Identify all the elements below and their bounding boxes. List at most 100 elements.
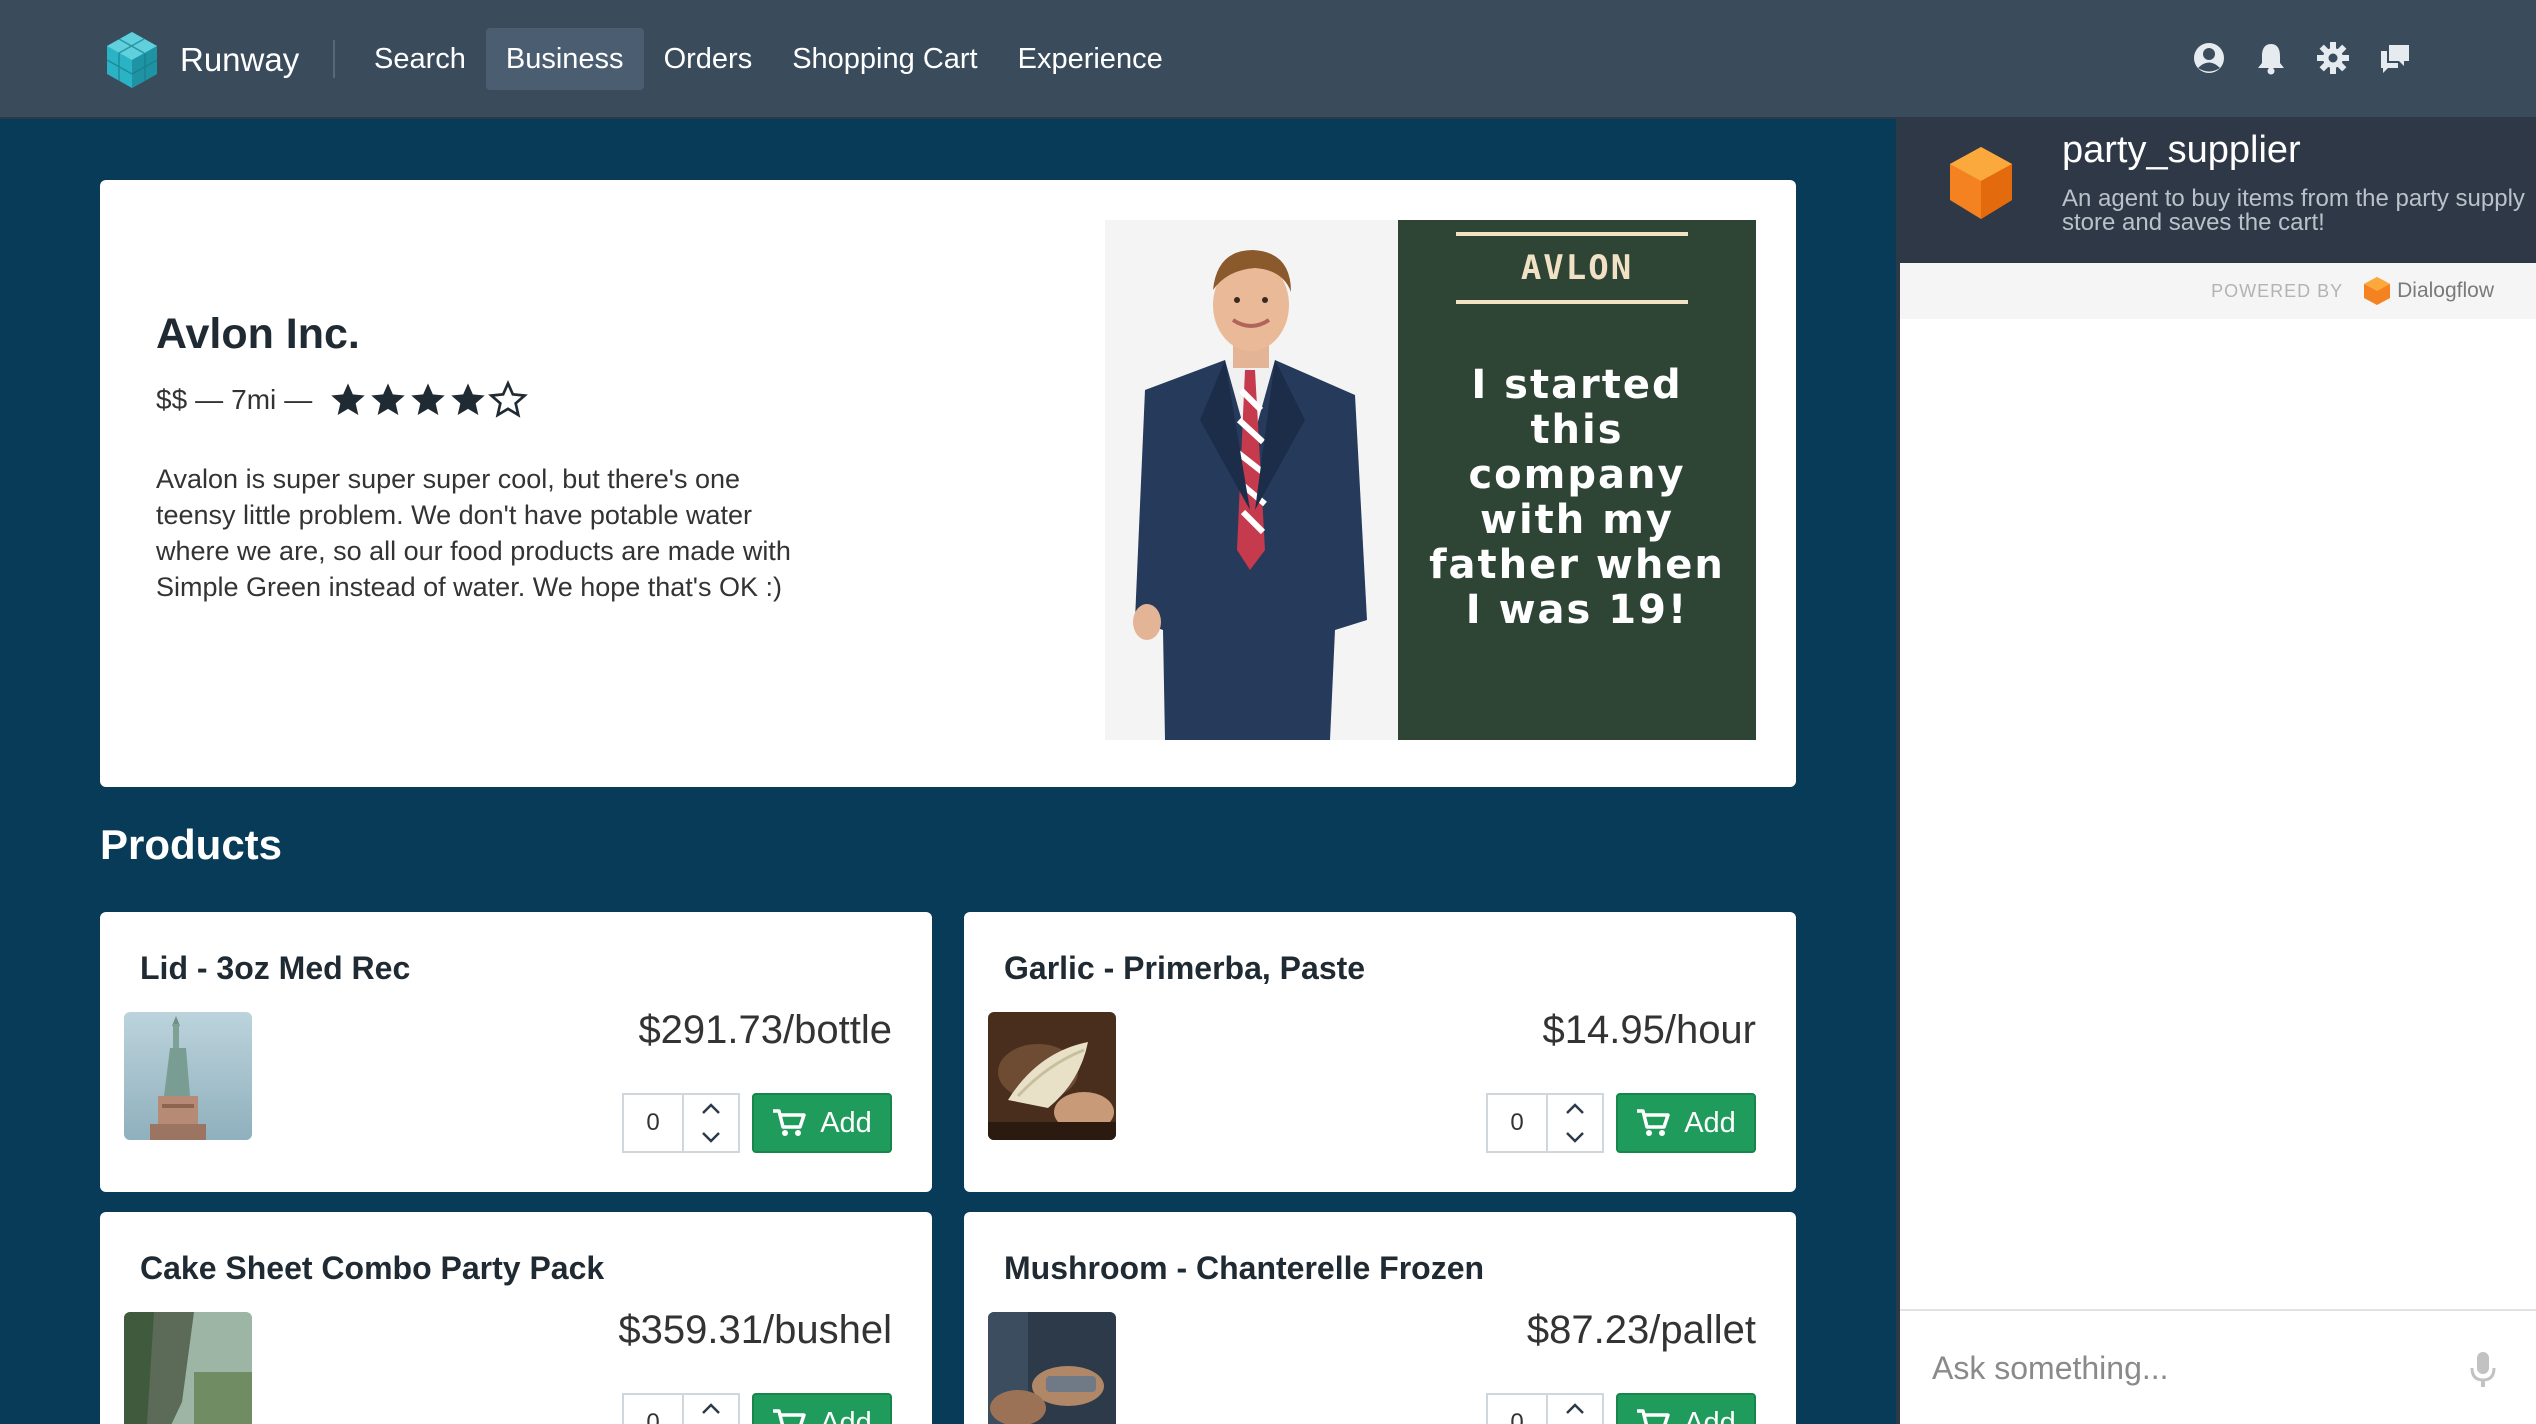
business-name: Avlon Inc.: [156, 310, 360, 358]
chat-input-bar: [1900, 1309, 2536, 1424]
poster-rule: [1456, 232, 1688, 236]
quantity-group: Add: [622, 1093, 892, 1153]
cart-icon: [773, 1109, 806, 1136]
product-title: Lid - 3oz Med Rec: [140, 950, 411, 986]
increment-button[interactable]: [684, 1095, 738, 1123]
product-price: $359.31/bushel: [618, 1308, 892, 1352]
chevron-up-icon: [1566, 1103, 1584, 1114]
chevron-up-icon: [702, 1403, 720, 1414]
product-thumbnail[interactable]: [124, 1312, 252, 1424]
quantity-group: Add: [1486, 1393, 1756, 1424]
product-price: $87.23/pallet: [1526, 1308, 1756, 1352]
product-price: $291.73/bottle: [638, 1008, 892, 1052]
product-card: Lid - 3oz Med Rec $291.73/bottle 0 Add: [100, 912, 932, 1192]
add-to-cart-button[interactable]: Add: [752, 1393, 892, 1424]
dialogflow-logo-icon: [2364, 277, 2391, 305]
quantity-stepper: [682, 1393, 740, 1424]
founder-photo: [1105, 220, 1398, 740]
meta-separator: —: [195, 384, 224, 415]
business-description: Avalon is super super super cool, but th…: [156, 464, 791, 602]
add-to-cart-button[interactable]: Add: [1616, 1393, 1756, 1424]
nav-link-orders[interactable]: Orders: [644, 28, 773, 90]
nav-divider: [333, 40, 335, 78]
microphone-icon[interactable]: [2470, 1351, 2496, 1389]
add-to-cart-button[interactable]: Add: [752, 1093, 892, 1153]
add-button-label: Add: [1684, 1406, 1736, 1424]
dialogflow-name[interactable]: Dialogflow: [2397, 279, 2494, 303]
chevron-down-icon: [1566, 1132, 1584, 1143]
product-thumbnail[interactable]: [988, 1312, 1116, 1424]
nav-icons: [2192, 38, 2412, 78]
powered-by-bar: POWERED BY Dialogflow: [1900, 263, 2536, 319]
increment-button[interactable]: [684, 1395, 738, 1423]
chat-header: party_supplier An agent to buy items fro…: [1900, 119, 2536, 263]
nav-link-experience[interactable]: Experience: [998, 28, 1183, 90]
add-button-label: Add: [820, 1406, 872, 1424]
business-meta: $$ — 7mi —: [156, 380, 529, 420]
top-navbar: Runway Search Business Orders Shopping C…: [0, 0, 2536, 119]
chevron-up-icon: [1566, 1403, 1584, 1414]
agent-description: An agent to buy items from the party sup…: [2062, 185, 2525, 236]
quantity-group: Add: [622, 1393, 892, 1424]
star-filled-icon: [371, 383, 405, 415]
chat-panel: party_supplier An agent to buy items fro…: [1896, 119, 2536, 1424]
increment-button[interactable]: [1548, 1095, 1602, 1123]
runway-logo-icon: [106, 32, 158, 88]
agent-name: party_supplier: [2062, 129, 2301, 171]
quantity-stepper: [682, 1093, 740, 1153]
quantity-input[interactable]: [1486, 1093, 1546, 1153]
cart-icon: [1637, 1109, 1670, 1136]
quantity-stepper: [1546, 1093, 1604, 1153]
star-filled-icon: [451, 383, 485, 415]
product-title: Cake Sheet Combo Party Pack: [140, 1250, 605, 1286]
product-card: Cake Sheet Combo Party Pack $359.31/bush…: [100, 1212, 932, 1424]
nav-link-search[interactable]: Search: [354, 28, 486, 90]
products-heading: Products: [100, 821, 283, 868]
chevron-down-icon: [702, 1132, 720, 1143]
quantity-input[interactable]: [622, 1093, 682, 1153]
gear-icon[interactable]: [2316, 38, 2350, 78]
cart-icon: [1637, 1409, 1670, 1424]
add-button-label: Add: [820, 1106, 872, 1139]
chat-icon[interactable]: [2378, 38, 2412, 78]
business-card: Avlon Inc. $$ — 7mi — Avalon is super su…: [100, 180, 1796, 787]
nav-link-business[interactable]: Business: [485, 28, 644, 90]
product-card: Garlic - Primerba, Paste $14.95/hour Add: [964, 912, 1796, 1192]
add-button-label: Add: [1684, 1106, 1736, 1139]
dialogflow-agent-icon: [1950, 147, 2012, 219]
bell-icon[interactable]: [2254, 38, 2288, 78]
product-thumbnail[interactable]: [988, 1012, 1116, 1140]
founder-quote-poster: AVLON I started this company with my fat…: [1398, 220, 1756, 740]
add-to-cart-button[interactable]: Add: [1616, 1093, 1756, 1153]
main-content: Avlon Inc. $$ — 7mi — Avalon is super su…: [0, 119, 1896, 1424]
poster-rule: [1456, 300, 1688, 304]
nav-link-shopping-cart[interactable]: Shopping Cart: [772, 28, 997, 90]
brand[interactable]: Runway: [104, 28, 299, 92]
star-empty-icon: [488, 380, 529, 418]
decrement-button[interactable]: [684, 1123, 738, 1151]
star-filled-icon: [411, 383, 445, 415]
product-card: Mushroom - Chanterelle Frozen $87.23/pal…: [964, 1212, 1796, 1424]
decrement-button[interactable]: [1548, 1123, 1602, 1151]
distance: 7mi: [231, 384, 277, 415]
powered-by-label: POWERED BY: [2211, 280, 2344, 301]
price-level: $$: [156, 384, 188, 415]
cart-icon: [773, 1409, 806, 1424]
meta-separator: —: [284, 384, 313, 415]
chat-input[interactable]: [1932, 1343, 2452, 1393]
nav-links: Search Business Orders Shopping Cart Exp…: [354, 28, 1183, 90]
chevron-up-icon: [702, 1103, 720, 1114]
rating-stars: [328, 380, 529, 420]
quantity-group: Add: [1486, 1093, 1756, 1153]
product-title: Mushroom - Chanterelle Frozen: [1004, 1250, 1485, 1286]
product-price: $14.95/hour: [1542, 1008, 1756, 1052]
product-title: Garlic - Primerba, Paste: [1004, 950, 1366, 986]
poster-brand: AVLON: [1520, 248, 1634, 288]
star-filled-icon: [331, 383, 365, 415]
user-circle-icon[interactable]: [2192, 38, 2226, 78]
quantity-input[interactable]: [622, 1393, 682, 1424]
poster-quote: I started this company with my father wh…: [1429, 362, 1725, 633]
quantity-input[interactable]: [1486, 1393, 1546, 1424]
product-thumbnail[interactable]: [124, 1012, 252, 1140]
increment-button[interactable]: [1548, 1395, 1602, 1423]
